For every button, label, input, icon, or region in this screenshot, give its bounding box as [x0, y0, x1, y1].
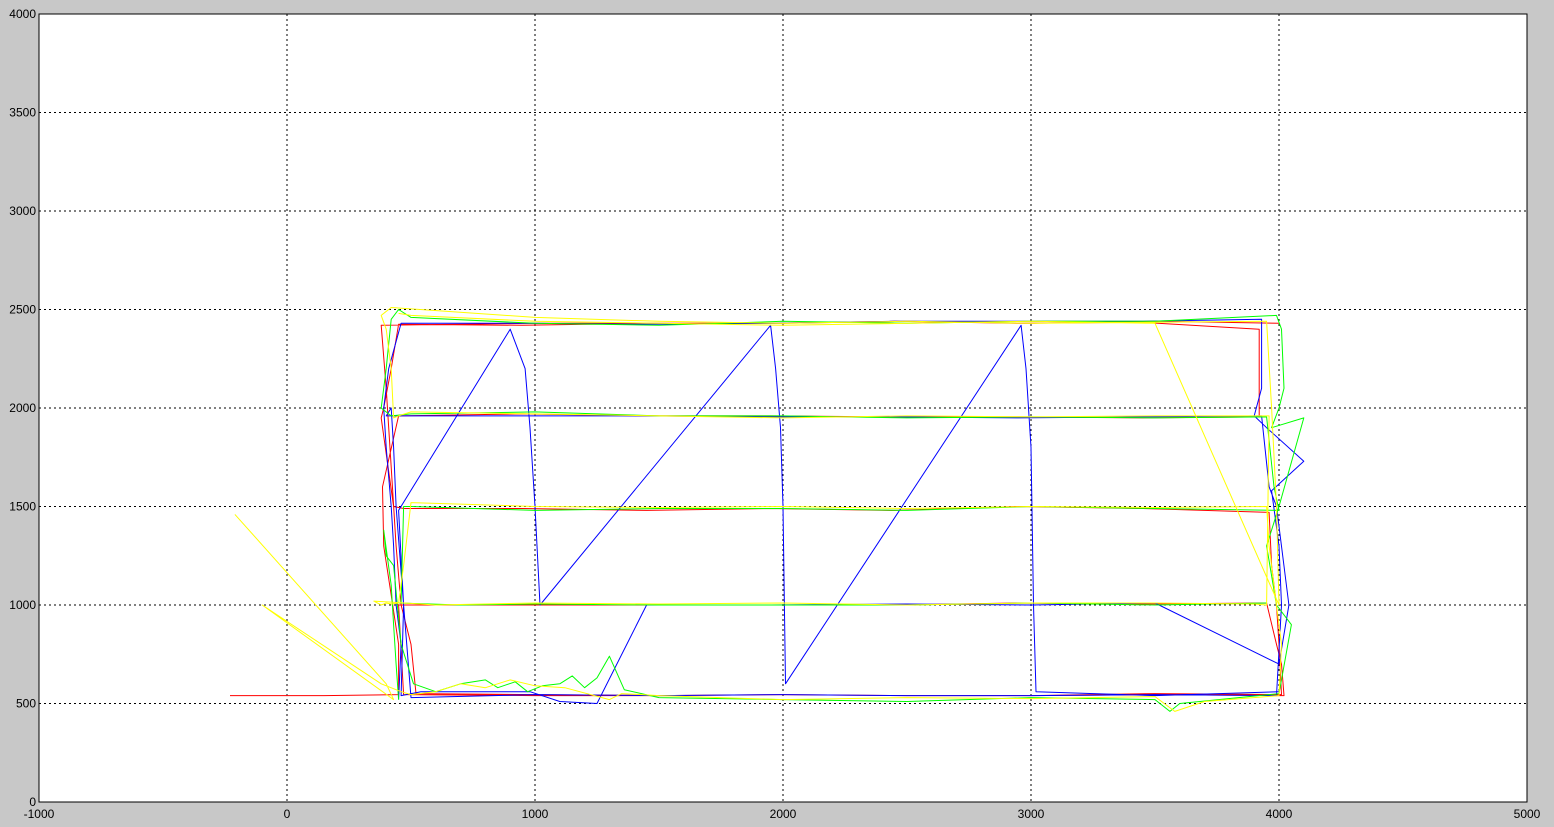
x-tick-label: 1000 [522, 807, 549, 821]
x-tick-label: 2000 [770, 807, 797, 821]
axes-background [39, 14, 1527, 802]
y-tick-label: 2000 [9, 401, 36, 415]
x-tick-label: 3000 [1018, 807, 1045, 821]
y-tick-label: 500 [16, 697, 36, 711]
y-tick-label: 1500 [9, 500, 36, 514]
y-tick-label: 3000 [9, 204, 36, 218]
y-tick-label: 3500 [9, 106, 36, 120]
x-tick-label: 4000 [1266, 807, 1293, 821]
figure: -1000 0 1000 2000 3000 4000 500005001000150020… [0, 0, 1554, 827]
y-tick-label: 2500 [9, 303, 36, 317]
y-tick-label: 0 [29, 795, 36, 809]
x-tick-label: 5000 [1514, 807, 1541, 821]
y-tick-label: 1000 [9, 598, 36, 612]
y-tick-label: 4000 [9, 7, 36, 21]
x-tick-label: 0 [284, 807, 291, 821]
x-tick-label: -1000 [24, 807, 55, 821]
